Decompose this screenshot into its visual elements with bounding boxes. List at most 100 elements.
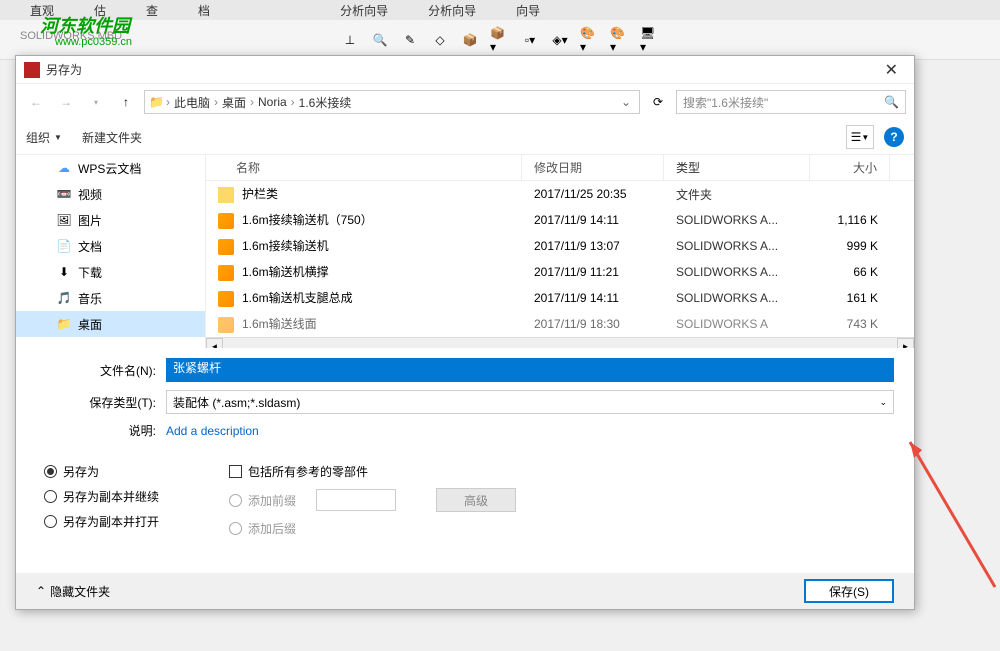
radio-add-prefix: 添加前缀 (229, 492, 296, 509)
ribbon-toolbar: ⊥ 🔍 ✎ ◇ 📦 📦▾ ▫▾ ◈▾ 🎨▾ 🎨▾ 🖥▾ (0, 20, 1000, 60)
hide-folders-button[interactable]: ⌃ 隐藏文件夹 (36, 583, 110, 600)
download-icon: ⬇ (56, 264, 72, 280)
file-list: 名称 修改日期 类型 大小 护栏类 2017/11/25 20:35 文件夹 1… (206, 155, 914, 348)
radio-button[interactable] (44, 515, 57, 528)
radio-button[interactable] (44, 490, 57, 503)
radio-save-copy-open[interactable]: 另存为副本并打开 (44, 513, 159, 530)
dialog-title: 另存为 (46, 61, 877, 78)
breadcrumb-item[interactable]: 1.6米接续 (297, 94, 354, 111)
ribbon-icon[interactable]: ◇ (430, 30, 450, 50)
view-mode-button[interactable]: ☰ ▼ (846, 125, 874, 149)
ribbon-icon[interactable]: 📦▾ (490, 30, 510, 50)
folder-icon: 📁 (149, 95, 164, 109)
ribbon-icon[interactable]: ▫▾ (520, 30, 540, 50)
ribbon-icon[interactable]: ✎ (400, 30, 420, 50)
horizontal-scrollbar[interactable]: ◄ ► (206, 337, 914, 348)
sidebar-item-downloads[interactable]: ⬇下载 (16, 259, 205, 285)
breadcrumb-item[interactable]: Noria (256, 95, 289, 109)
radio-button (229, 494, 242, 507)
zoom-icon[interactable]: 🔍 (370, 30, 390, 50)
sidebar-item-music[interactable]: 🎵音乐 (16, 285, 205, 311)
breadcrumb-item[interactable]: 此电脑 (172, 94, 212, 111)
search-input[interactable]: 搜索"1.6米接续" (683, 94, 884, 111)
address-dropdown[interactable]: ⌄ (617, 95, 635, 109)
tab-item[interactable]: 档 (198, 2, 210, 19)
file-row[interactable]: 1.6m输送线面 2017/11/9 18:30 SOLIDWORKS A 74… (206, 311, 914, 337)
ribbon-icon[interactable]: ⊥ (340, 30, 360, 50)
breadcrumb-item[interactable]: 桌面 (220, 94, 248, 111)
file-row[interactable]: 1.6m接续输送机 2017/11/9 13:07 SOLIDWORKS A..… (206, 233, 914, 259)
radio-save-as[interactable]: 另存为 (44, 463, 159, 480)
radio-save-copy-continue[interactable]: 另存为副本并继续 (44, 488, 159, 505)
filetype-select[interactable]: 装配体 (*.asm;*.sldasm) ⌄ (166, 390, 894, 414)
organize-button[interactable]: 组织 ▼ (26, 129, 62, 146)
help-button[interactable]: ? (884, 127, 904, 147)
filetype-label: 保存类型(T): (36, 394, 166, 411)
scroll-left-button[interactable]: ◄ (206, 338, 223, 349)
address-bar[interactable]: 📁 › 此电脑 › 桌面 › Noria › 1.6米接续 ⌄ (144, 90, 640, 114)
dialog-footer: ⌃ 隐藏文件夹 保存(S) (16, 573, 914, 609)
crumb-separator: › (291, 95, 295, 109)
file-row[interactable]: 1.6m输送机支腿总成 2017/11/9 14:11 SOLIDWORKS A… (206, 285, 914, 311)
folder-icon: 📁 (56, 316, 72, 332)
ribbon-icon[interactable]: 🎨▾ (580, 30, 600, 50)
sidebar-item-wps[interactable]: ☁WPS云文档 (16, 155, 205, 181)
assembly-icon (218, 239, 234, 255)
folder-sidebar: ☁WPS云文档 📼视频 🖼图片 📄文档 ⬇下载 🎵音乐 📁桌面 (16, 155, 206, 348)
sidebar-item-videos[interactable]: 📼视频 (16, 181, 205, 207)
back-button[interactable]: ← (24, 90, 48, 114)
checkbox-include-refs[interactable]: 包括所有参考的零部件 (229, 463, 516, 480)
tab-item[interactable]: 查 (146, 2, 158, 19)
scroll-right-button[interactable]: ► (897, 338, 914, 349)
search-box[interactable]: 搜索"1.6米接续" 🔍 (676, 90, 906, 114)
close-button[interactable]: ✕ (877, 60, 906, 80)
music-icon: 🎵 (56, 290, 72, 306)
dialog-icon (24, 62, 40, 78)
file-row[interactable]: 1.6m接续输送机（750） 2017/11/9 14:11 SOLIDWORK… (206, 207, 914, 233)
description-link[interactable]: Add a description (166, 424, 259, 438)
sidebar-item-documents[interactable]: 📄文档 (16, 233, 205, 259)
recent-dropdown[interactable]: ▾ (84, 90, 108, 114)
tab-item[interactable]: 分析向导 (428, 2, 476, 19)
ribbon-icon[interactable]: 🎨▾ (610, 30, 630, 50)
radio-button (229, 522, 242, 535)
assembly-icon (218, 291, 234, 307)
radio-button[interactable] (44, 465, 57, 478)
assembly-icon (218, 213, 234, 229)
watermark-logo: 河东软件园 (40, 12, 130, 38)
tab-item[interactable]: 向导 (516, 2, 540, 19)
column-name[interactable]: 名称 (206, 155, 522, 180)
video-icon: 📼 (56, 186, 72, 202)
save-button[interactable]: 保存(S) (804, 579, 894, 603)
file-row[interactable]: 护栏类 2017/11/25 20:35 文件夹 (206, 181, 914, 207)
document-icon: 📄 (56, 238, 72, 254)
search-icon[interactable]: 🔍 (884, 95, 899, 109)
column-date[interactable]: 修改日期 (522, 155, 664, 180)
dialog-titlebar: 另存为 ✕ (16, 56, 914, 84)
filename-label: 文件名(N): (36, 362, 166, 379)
radio-add-suffix: 添加后缀 (229, 520, 296, 537)
description-label: 说明: (36, 422, 166, 439)
forward-button[interactable]: → (54, 90, 78, 114)
sidebar-item-desktop[interactable]: 📁桌面 (16, 311, 205, 337)
new-folder-button[interactable]: 新建文件夹 (82, 129, 142, 146)
ribbon-icon[interactable]: 📦 (460, 30, 480, 50)
folder-icon (218, 187, 234, 203)
file-row[interactable]: 1.6m输送机横撑 2017/11/9 11:21 SOLIDWORKS A..… (206, 259, 914, 285)
up-button[interactable]: ↑ (114, 90, 138, 114)
sidebar-item-pictures[interactable]: 🖼图片 (16, 207, 205, 233)
refresh-button[interactable]: ⟳ (646, 90, 670, 114)
tab-item[interactable]: 分析向导 (340, 2, 388, 19)
crumb-separator: › (250, 95, 254, 109)
advanced-button[interactable]: 高级 (436, 488, 516, 512)
annotation-arrow (900, 432, 1000, 592)
chevron-up-icon: ⌃ (36, 584, 46, 598)
checkbox-button[interactable] (229, 465, 242, 478)
ribbon-icon[interactable]: 🖥▾ (640, 30, 660, 50)
column-type[interactable]: 类型 (664, 155, 810, 180)
top-tabs: 直观 估 查 档 分析向导 分析向导 向导 (0, 0, 1000, 20)
column-size[interactable]: 大小 (810, 155, 890, 180)
ribbon-icon[interactable]: ◈▾ (550, 30, 570, 50)
filename-input[interactable]: 张紧螺杆 (166, 358, 894, 382)
prefix-input (316, 489, 396, 511)
